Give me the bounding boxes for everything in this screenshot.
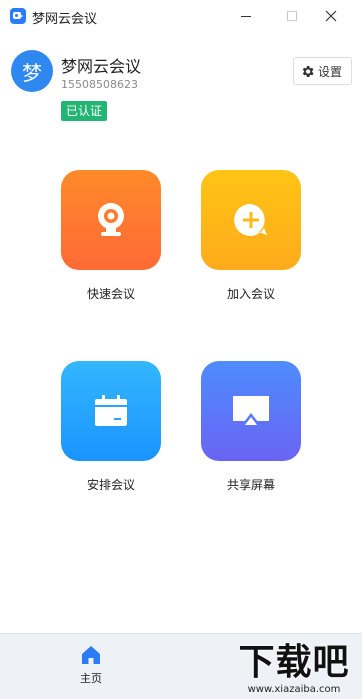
watermark-url: www.xiazaiba.com [247, 684, 341, 695]
watermark-text: 下载吧 [238, 642, 350, 683]
quick-meeting-label: 快速会议 [86, 287, 135, 301]
join-meeting-button[interactable] [201, 170, 301, 270]
close-button[interactable] [316, 4, 346, 28]
calendar-icon [95, 395, 127, 426]
join-meeting-label: 加入会议 [226, 287, 275, 301]
maximize-icon [287, 11, 297, 21]
home-icon [82, 646, 100, 664]
schedule-meeting-button[interactable] [61, 361, 161, 461]
minimize-icon [241, 15, 251, 17]
user-name: 梦网云会议 [61, 57, 142, 76]
title-bar: 梦网云会议 [0, 0, 362, 34]
user-phone: 15508508623 [61, 78, 138, 91]
share-screen-button[interactable] [201, 361, 301, 461]
settings-label: 设置 [318, 64, 343, 79]
webcam-icon [98, 203, 124, 236]
quick-meeting-button[interactable] [61, 170, 161, 270]
gear-icon [302, 65, 314, 77]
window-title: 梦网云会议 [32, 12, 98, 27]
screen-share-icon [233, 396, 269, 426]
status-badge: 已认证 [61, 101, 108, 121]
app-logo-icon [10, 8, 26, 24]
plus-bubble-icon [234, 203, 267, 236]
nav-item-home-label: 主页 [80, 672, 102, 685]
settings-button[interactable]: 设置 [293, 57, 352, 85]
close-icon [325, 10, 337, 22]
share-screen-label: 共享屏幕 [226, 478, 275, 492]
schedule-meeting-label: 安排会议 [86, 478, 135, 492]
maximize-button[interactable] [277, 4, 307, 28]
nav-item-home[interactable]: 主页 [66, 640, 116, 692]
watermark-logo: 下载吧 www.xiazaiba.com [228, 641, 360, 699]
avatar[interactable]: 梦 [11, 50, 53, 92]
minimize-button[interactable] [231, 4, 261, 28]
